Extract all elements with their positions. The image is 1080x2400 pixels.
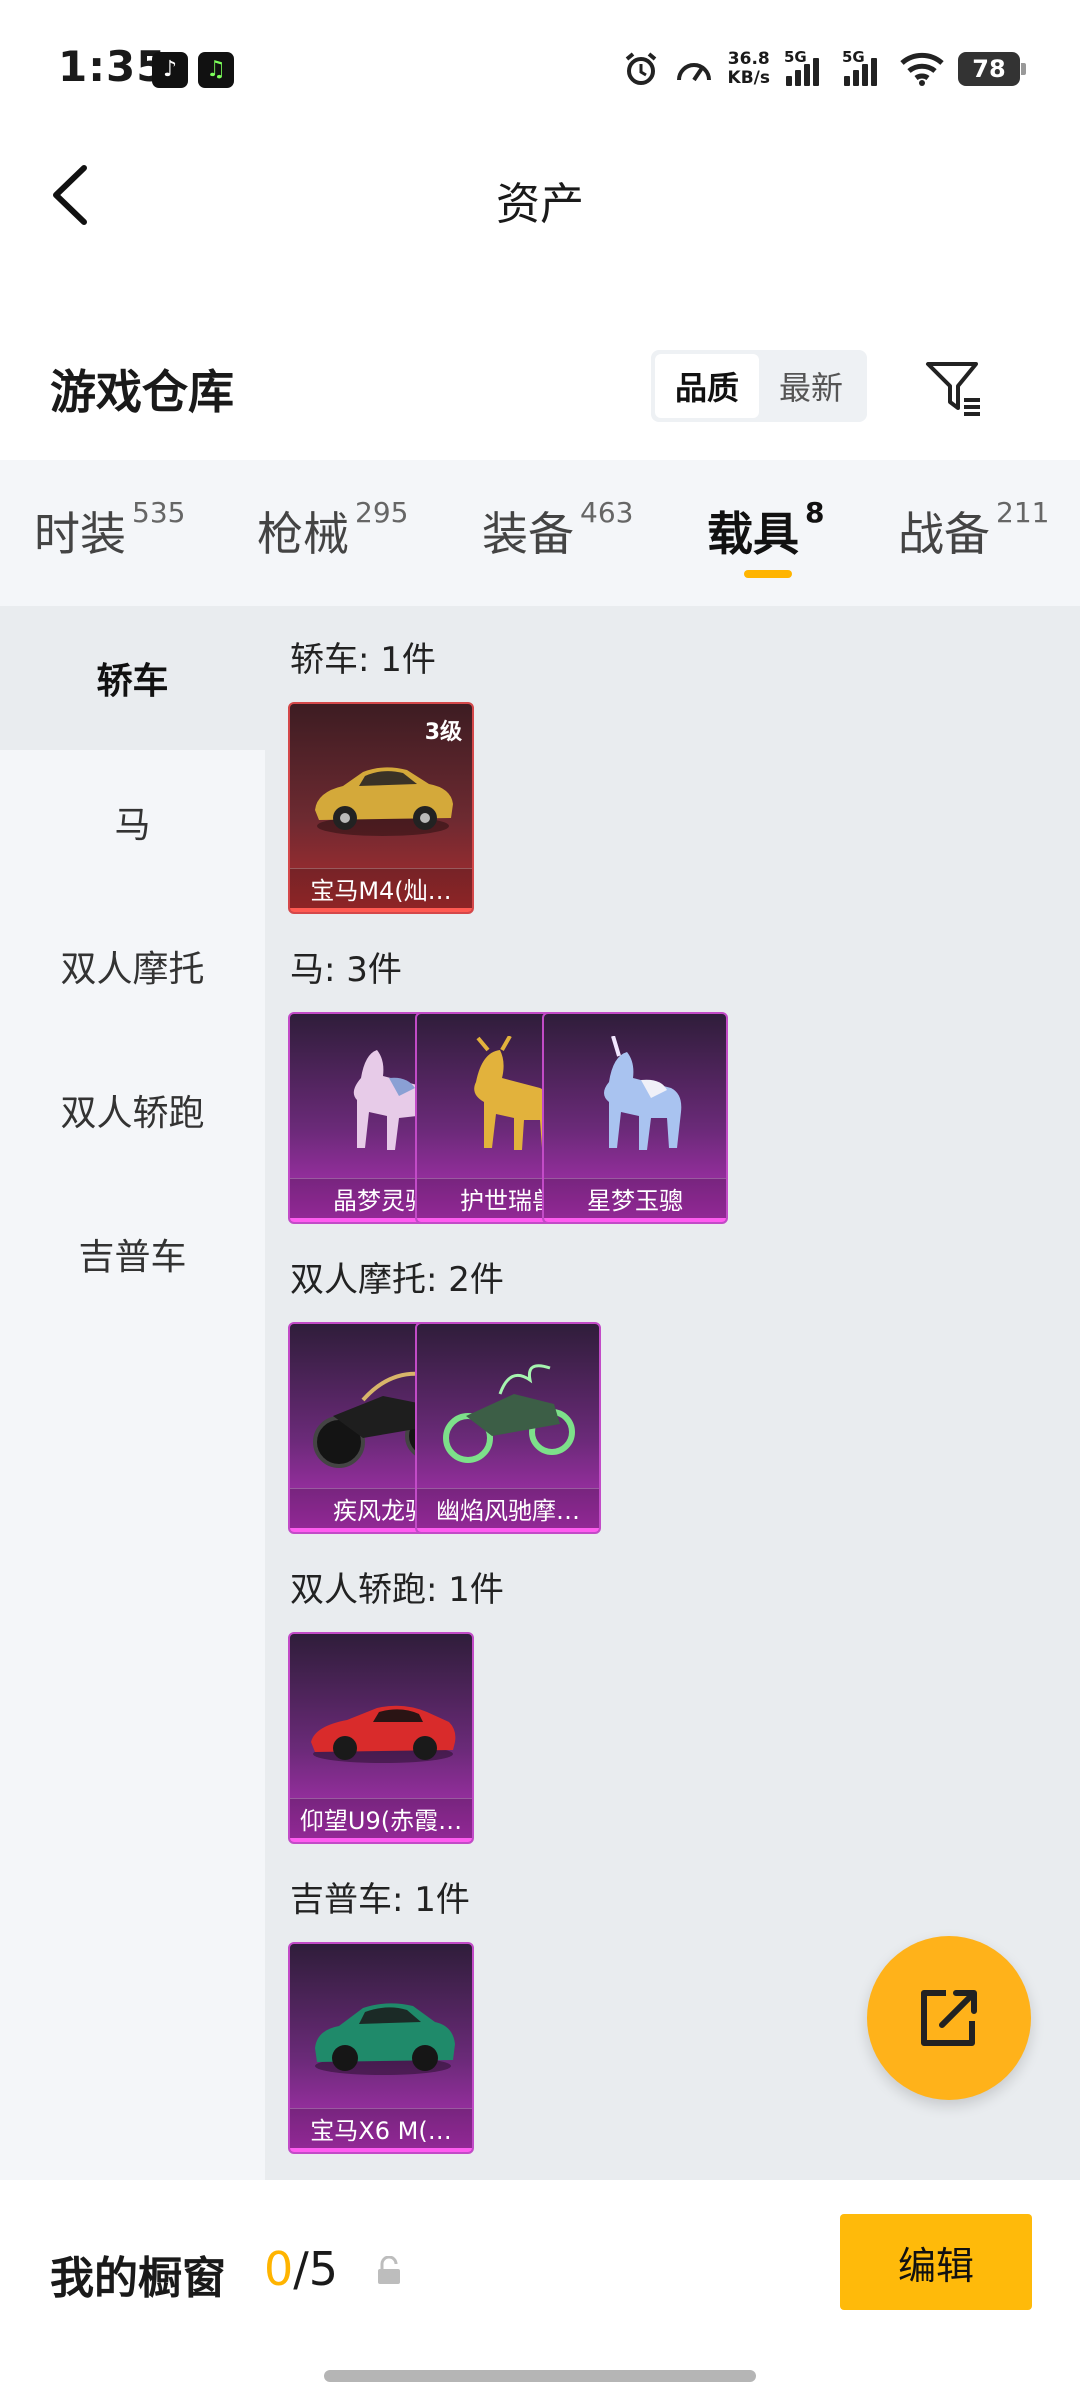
sidebar-item-double-motorcycle[interactable]: 双人摩托 — [0, 894, 265, 1038]
sidebar: 轿车 马 双人摩托 双人轿跑 吉普车 — [0, 606, 265, 2180]
tab-gear[interactable]: 战备 211 — [898, 496, 1049, 564]
group-label-jeep: 吉普车: 1件 — [290, 1880, 470, 1920]
item-card[interactable]: 宝马X6 M(… — [288, 1942, 474, 2154]
lock-icon — [378, 2256, 400, 2284]
item-card[interactable]: 幽焰风驰摩… — [415, 1322, 601, 1534]
warehouse-title: 游戏仓库 — [50, 365, 234, 419]
tab-firearms[interactable]: 枪械 295 — [257, 496, 408, 564]
group-label-double-motorcycle: 双人摩托: 2件 — [290, 1260, 504, 1300]
category-tabs: 时装 535 枪械 295 装备 463 载具 8 战备 211 — [0, 460, 1080, 606]
alarm-icon — [625, 52, 656, 85]
signal-icon-sim1: 5G — [784, 48, 828, 86]
edit-button[interactable]: 编辑 — [840, 2214, 1032, 2310]
status-right: 36.8 KB/s 5G 5G 78 — [622, 46, 1026, 92]
item-name: 幽焰风驰摩… — [417, 1488, 599, 1532]
item-name: 宝马M4(灿… — [290, 868, 472, 912]
page-title: 资产 — [496, 179, 584, 230]
sort-newest-option[interactable]: 最新 — [759, 354, 863, 418]
tab-active-indicator — [744, 570, 792, 578]
tab-equipment[interactable]: 装备 463 — [482, 496, 633, 564]
group-label-sedan: 轿车: 1件 — [290, 640, 436, 680]
net-speed: 36.8 KB/s — [727, 49, 770, 88]
status-time: 1:35 — [58, 42, 167, 91]
item-name: 宝马X6 M(… — [290, 2108, 472, 2152]
sidebar-item-sedan[interactable]: 轿车 — [0, 606, 265, 750]
group-label-double-coupe: 双人轿跑: 1件 — [290, 1570, 504, 1610]
share-fab-button[interactable] — [867, 1936, 1031, 2100]
filter-icon[interactable] — [922, 356, 986, 420]
item-card[interactable]: 3级 宝马M4(灿… — [288, 702, 474, 914]
sidebar-item-horse[interactable]: 马 — [0, 750, 265, 894]
green-flame-motorcycle-icon — [443, 1364, 575, 1463]
gold-car-icon — [315, 767, 453, 836]
group-label-horse: 马: 3件 — [290, 950, 402, 990]
item-card[interactable]: 仰望U9(赤霞… — [288, 1632, 474, 1844]
battery-indicator: 78 — [958, 52, 1026, 86]
sort-toggle: 品质 最新 — [651, 350, 867, 422]
tab-vehicles[interactable]: 载具 8 — [707, 496, 824, 564]
red-supercar-icon — [311, 1705, 456, 1763]
sidebar-item-jeep[interactable]: 吉普车 — [0, 1182, 265, 1326]
bottom-bar: 我的橱窗 0/5 编辑 — [0, 2180, 1080, 2400]
tab-fashion[interactable]: 时装 535 — [34, 496, 185, 564]
showcase-label: 我的橱窗 — [50, 2253, 226, 2304]
green-suv-icon — [315, 2003, 455, 2075]
item-name: 仰望U9(赤霞… — [290, 1798, 472, 1842]
tiktok-icon: ♪ — [152, 52, 188, 88]
item-name: 星梦玉骢 — [544, 1178, 726, 1222]
music-app-icon: ♫ — [198, 52, 234, 88]
signal-icon-sim2: 5G — [842, 48, 886, 86]
share-icon — [921, 1990, 977, 2046]
sidebar-item-double-coupe[interactable]: 双人轿跑 — [0, 1038, 265, 1182]
item-card[interactable]: 星梦玉骢 — [542, 1012, 728, 1224]
sort-quality-option[interactable]: 品质 — [655, 354, 759, 418]
status-bar: 1:35 ♪ ♫ 36.8 KB/s 5G 5G 78 — [0, 0, 1080, 140]
home-indicator[interactable] — [324, 2370, 756, 2382]
speedometer-icon — [676, 63, 711, 82]
showcase-count: 0/5 — [264, 2242, 339, 2296]
unicorn-icon — [604, 1036, 682, 1150]
wifi-icon — [900, 52, 944, 86]
